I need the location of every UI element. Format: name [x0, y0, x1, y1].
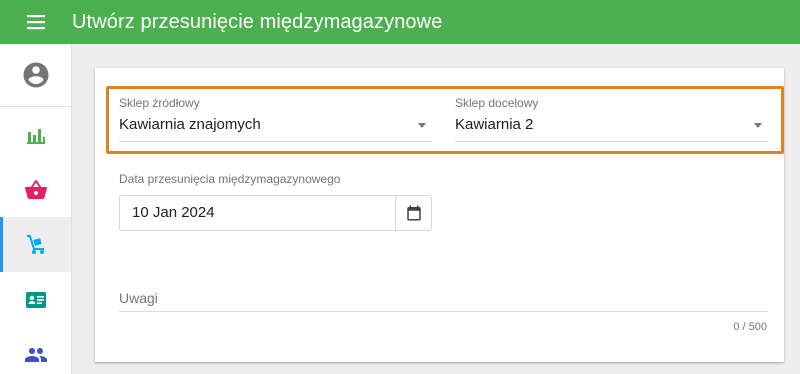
notes-char-counter: 0 / 500 — [733, 321, 767, 333]
target-store-label: Sklep docelowy — [455, 96, 539, 110]
sidebar-item-reports[interactable] — [0, 107, 71, 162]
calendar-button[interactable] — [395, 196, 431, 230]
page-title: Utwórz przesunięcie międzymagazynowe — [72, 10, 443, 33]
source-store-underline — [119, 141, 432, 142]
contact-card-icon — [25, 291, 46, 308]
bar-chart-icon — [26, 128, 45, 144]
chevron-down-icon — [754, 123, 762, 128]
target-store-underline — [455, 141, 768, 142]
people-icon — [24, 347, 47, 362]
shopping-basket-icon — [24, 179, 47, 199]
notes-placeholder: Uwagi — [119, 290, 158, 306]
sidebar-item-contacts[interactable] — [0, 272, 71, 327]
source-store-select[interactable]: Sklep źródłowy Kawiarnia znajomych — [119, 86, 432, 142]
account-circle-icon — [23, 62, 48, 88]
hamburger-menu-icon — [27, 15, 45, 30]
notes-field[interactable]: Uwagi — [119, 280, 768, 312]
hand-truck-icon — [26, 234, 44, 254]
chevron-down-icon — [418, 123, 426, 128]
sidebar — [0, 44, 72, 374]
source-store-value: Kawiarnia znajomych — [119, 116, 261, 133]
notes-underline — [119, 311, 768, 312]
calendar-icon — [406, 205, 421, 221]
transfer-date-label: Data przesunięcia międzymagazynowego — [119, 172, 341, 186]
sidebar-item-users[interactable] — [0, 327, 71, 374]
sidebar-item-transfers[interactable] — [0, 217, 71, 272]
target-store-select[interactable]: Sklep docelowy Kawiarnia 2 — [455, 86, 768, 142]
sidebar-item-sales[interactable] — [0, 162, 71, 217]
target-store-value: Kawiarnia 2 — [455, 116, 534, 133]
transfer-date-value[interactable]: 10 Jan 2024 — [120, 196, 395, 230]
sidebar-avatar[interactable] — [0, 44, 71, 107]
source-store-label: Sklep źródłowy — [119, 96, 200, 110]
app-toolbar: Utwórz przesunięcie międzymagazynowe — [0, 0, 800, 44]
transfer-date-field[interactable]: 10 Jan 2024 — [119, 195, 432, 231]
menu-button[interactable] — [0, 0, 72, 44]
